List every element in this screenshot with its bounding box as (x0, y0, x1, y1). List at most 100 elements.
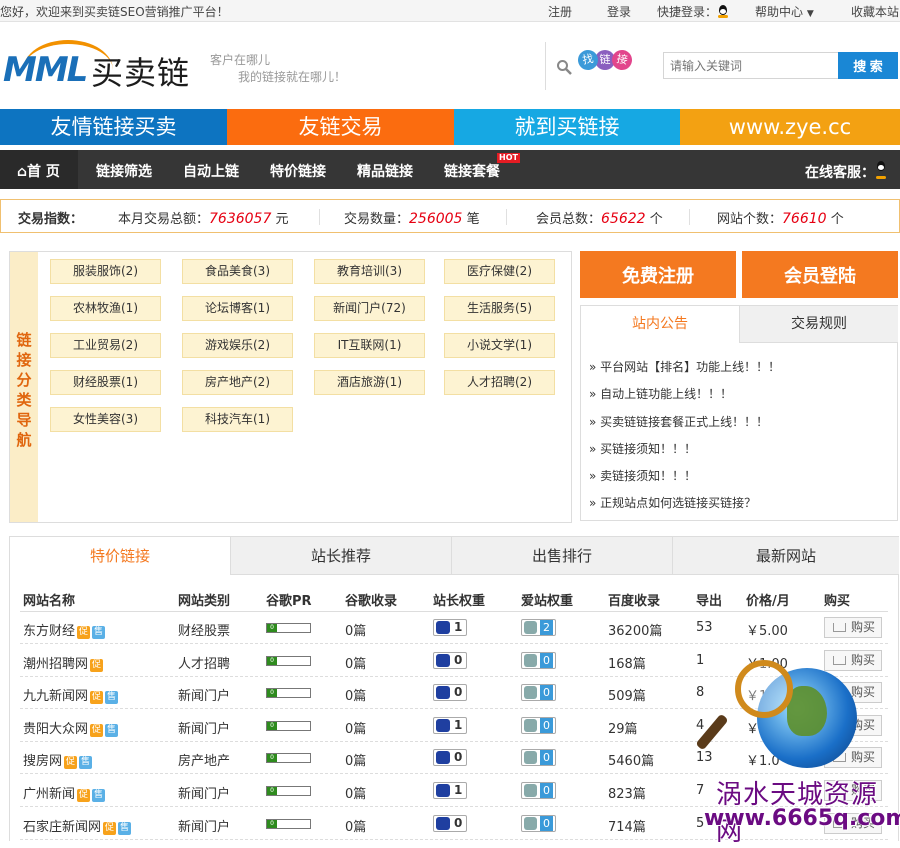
google-pr-bar: 0 (266, 818, 311, 829)
table-row: 搜房网促售房产地产 0 0篇 0 0 5460篇 13 ￥1.0 购买 (20, 742, 888, 775)
site-name[interactable]: 九九新闻网 (23, 689, 88, 704)
search-input[interactable] (663, 52, 839, 79)
notice-item[interactable]: » 平台网站【排名】功能上线！！！ (589, 358, 780, 385)
google-index: 0篇 (345, 754, 367, 770)
site-name[interactable]: 东方财经 (23, 624, 75, 639)
tab-trade-rules[interactable]: 交易规则 (739, 306, 898, 343)
stat-sites: 网站个数：76610 个 (717, 211, 844, 227)
nav-premium-links[interactable]: 精品链接 (357, 161, 413, 181)
category-title-char: 航 (16, 431, 32, 449)
column-header: 价格/月 (746, 594, 790, 609)
column-header: 站长权重 (433, 594, 486, 609)
category-item[interactable]: 小说文学(1) (444, 333, 555, 358)
notice-item[interactable]: » 买链接须知！！！ (589, 440, 780, 467)
bookmark-link[interactable]: 收藏本站 (851, 3, 899, 20)
site-logo[interactable]: MML 买卖链 (3, 40, 193, 92)
category-item[interactable]: 新闻门户(72) (314, 296, 425, 321)
tab-recommended[interactable]: 站长推荐 (230, 537, 451, 575)
site-name[interactable]: 搜房网 (23, 754, 62, 769)
category-item[interactable]: 游戏娱乐(2) (182, 333, 293, 358)
zz-weight: 0 (454, 685, 463, 700)
magnifier-image (735, 660, 793, 718)
sell-tag: 售 (92, 626, 106, 639)
notice-panel: 站内公告 交易规则 » 平台网站【排名】功能上线！！！» 自动上链功能上线！！！… (580, 305, 898, 521)
baidu-index: 29篇 (608, 721, 638, 737)
site-name-cell[interactable]: 东方财经促售 (23, 620, 106, 639)
site-name-cell[interactable]: 贵阳大众网促售 (23, 718, 119, 737)
category-item[interactable]: 工业贸易(2) (50, 333, 161, 358)
site-name-cell[interactable]: 搜房网促售 (23, 750, 93, 770)
category-item[interactable]: 论坛博客(1) (182, 296, 293, 321)
google-index: 0篇 (345, 624, 367, 639)
category-item[interactable]: 医疗保健(2) (444, 259, 555, 284)
site-name-cell[interactable]: 九九新闻网促售 (23, 685, 119, 705)
site-name[interactable]: 广州新闻 (23, 787, 75, 802)
outbound-links: 7 (696, 783, 705, 798)
banner-segment-1: 友情链接买卖 (0, 109, 227, 145)
az-weight: 0 (540, 717, 553, 733)
tab-newest-sites[interactable]: 最新网站 (672, 537, 899, 575)
site-name-cell[interactable]: 潮州招聘网促 (23, 653, 104, 672)
category-item[interactable]: 农林牧渔(1) (50, 296, 161, 321)
az-weight: 0 (540, 815, 553, 831)
notice-item[interactable]: » 自动上链功能上线！！！ (589, 385, 780, 412)
category-nav-title: 链接分类导航 (10, 252, 38, 522)
zz-weight-badge: 1 (433, 782, 468, 799)
category-item[interactable]: 女性美容(3) (50, 407, 161, 432)
category-item[interactable]: 教育培训(3) (314, 259, 425, 284)
stat-trade-count: 交易数量：256005 笔 (344, 211, 480, 227)
online-service[interactable]: 在线客服： (805, 161, 891, 182)
free-register-button[interactable]: 免费注册 (580, 251, 736, 298)
notice-item[interactable]: » 买卖链链接套餐正式上线！！！ (589, 413, 780, 440)
nav-home-item[interactable]: ⌂首 页 (17, 161, 60, 181)
column-header: 导出 (696, 594, 723, 609)
category-item[interactable]: 酒店旅游(1) (314, 370, 425, 395)
google-pr-bar: 0 (266, 688, 311, 699)
site-name-cell[interactable]: 石家庄新闻网促售 (23, 816, 132, 835)
sell-tag: 售 (118, 821, 132, 835)
banner-segment-3: 就到买链接 (454, 109, 680, 145)
site-name-cell[interactable]: 广州新闻促售 (23, 783, 106, 802)
pr-value: 0 (267, 787, 277, 795)
notice-item[interactable]: » 正规站点如何选链接买链接？ (589, 494, 780, 521)
online-service-label: 在线客服： (805, 165, 875, 181)
category-item[interactable]: 科技汽车(1) (182, 407, 293, 432)
nav-link-package[interactable]: 链接套餐 HOT (444, 153, 520, 181)
category-item[interactable]: 房产地产(2) (182, 370, 293, 395)
buy-button[interactable]: 购买 (824, 617, 882, 638)
login-link[interactable]: 登录 (607, 3, 631, 20)
chevron-down-icon: ▼ (806, 9, 814, 19)
category-item[interactable]: 生活服务(5) (444, 296, 555, 321)
zz-weight: 0 (454, 815, 463, 830)
site-name[interactable]: 贵阳大众网 (23, 722, 88, 737)
help-center-menu[interactable]: 帮助中心 ▼ (755, 3, 814, 20)
category-item[interactable]: 食品美食(3) (182, 259, 293, 284)
column-header: 谷歌PR (266, 594, 312, 609)
logo-mark: MML (3, 50, 88, 90)
google-pr-bar: 0 (266, 720, 311, 731)
promo-tag: 促 (77, 789, 91, 802)
tab-announcements[interactable]: 站内公告 (581, 306, 739, 343)
qq-icon[interactable] (875, 161, 891, 179)
baidu-index: 168篇 (608, 656, 646, 672)
nav-link-filter[interactable]: 链接筛选 (96, 161, 152, 181)
qq-icon[interactable] (717, 5, 729, 18)
tab-special-links[interactable]: 特价链接 (10, 537, 230, 575)
site-name[interactable]: 石家庄新闻网 (23, 820, 101, 835)
sell-tag: 售 (105, 723, 119, 737)
register-link[interactable]: 注册 (548, 3, 572, 20)
search-button[interactable]: 搜 索 (838, 52, 898, 79)
notice-item[interactable]: » 卖链接须知！！！ (589, 467, 780, 494)
category-item[interactable]: 服装服饰(2) (50, 259, 161, 284)
category-item[interactable]: 财经股票(1) (50, 370, 161, 395)
category-item[interactable]: IT互联网(1) (314, 333, 425, 358)
site-name[interactable]: 潮州招聘网 (23, 657, 88, 672)
nav-special-links[interactable]: 特价链接 (270, 161, 326, 181)
category-item[interactable]: 人才招聘(2) (444, 370, 555, 395)
sell-tag: 售 (105, 691, 119, 705)
member-login-button[interactable]: 会员登陆 (742, 251, 898, 298)
quick-login[interactable]: 快捷登录： (657, 3, 729, 20)
tab-sales-ranking[interactable]: 出售排行 (451, 537, 672, 575)
buy-button[interactable]: 购买 (824, 649, 882, 671)
nav-auto-link[interactable]: 自动上链 (183, 161, 239, 181)
